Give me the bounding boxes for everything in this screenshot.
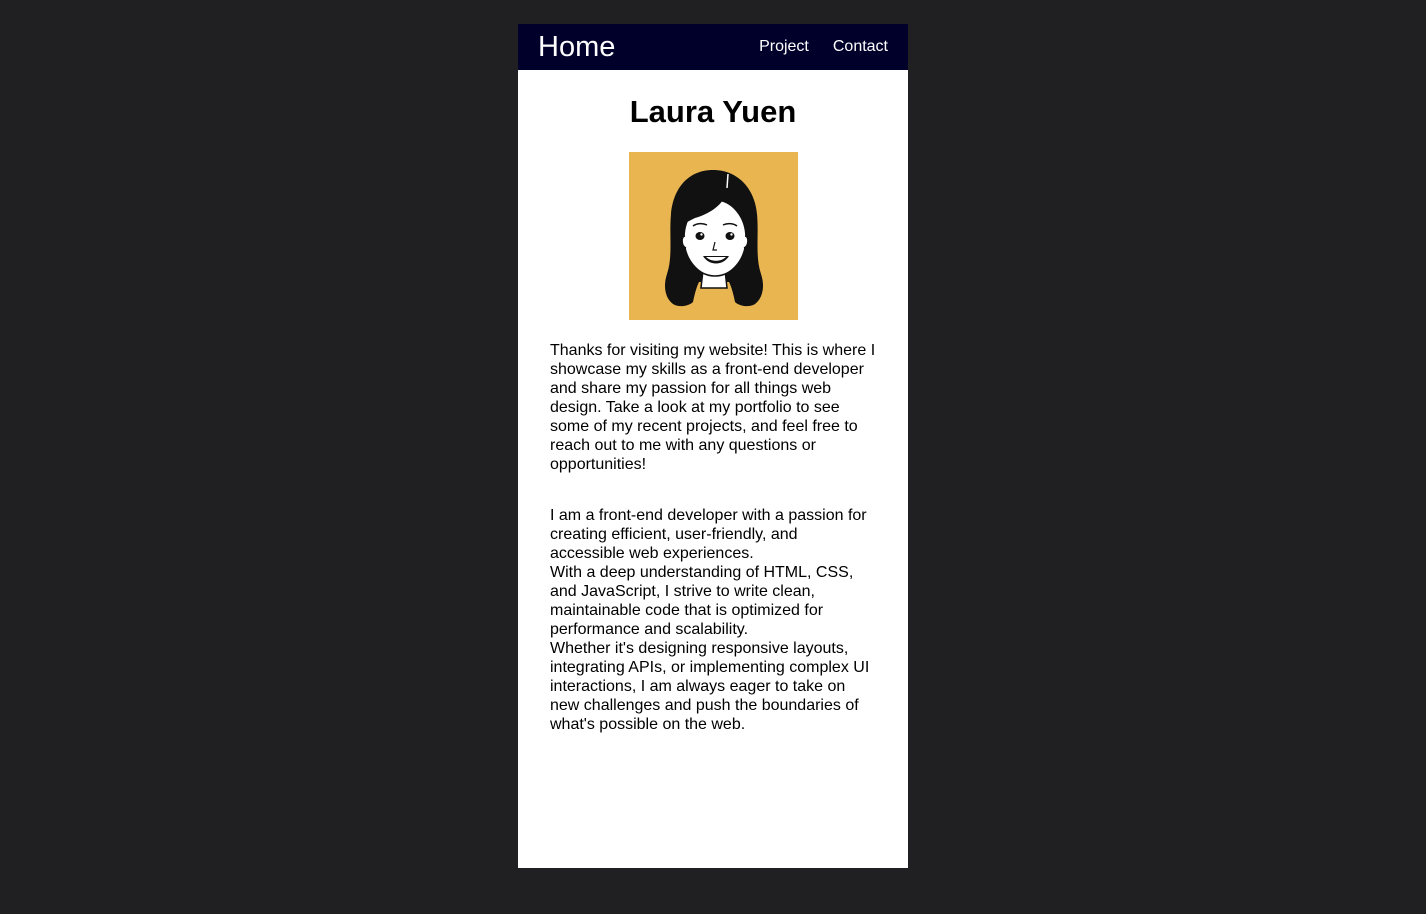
home-link[interactable]: Home bbox=[538, 32, 615, 62]
nav-link-project[interactable]: Project bbox=[759, 38, 809, 56]
nav-link-contact[interactable]: Contact bbox=[833, 38, 888, 56]
about-paragraph-2: With a deep understanding of HTML, CSS, … bbox=[550, 564, 854, 638]
about-paragraph-1: I am a front-end developer with a passio… bbox=[550, 507, 867, 562]
about-section: I am a front-end developer with a passio… bbox=[550, 506, 876, 734]
intro-paragraph: Thanks for visiting my website! This is … bbox=[550, 342, 876, 473]
avatar-container bbox=[550, 152, 876, 320]
avatar-portrait-image bbox=[628, 152, 798, 320]
main-content: Laura Yuen Thanks for visiting my websit… bbox=[518, 94, 908, 734]
phone-viewport: Home Project Contact Laura Yuen Thanks f… bbox=[518, 24, 908, 868]
about-paragraph-3: Whether it's designing responsive layout… bbox=[550, 640, 870, 733]
nav-links: Project Contact bbox=[759, 38, 888, 56]
navbar: Home Project Contact bbox=[518, 24, 908, 70]
profile-name: Laura Yuen bbox=[629, 94, 797, 129]
